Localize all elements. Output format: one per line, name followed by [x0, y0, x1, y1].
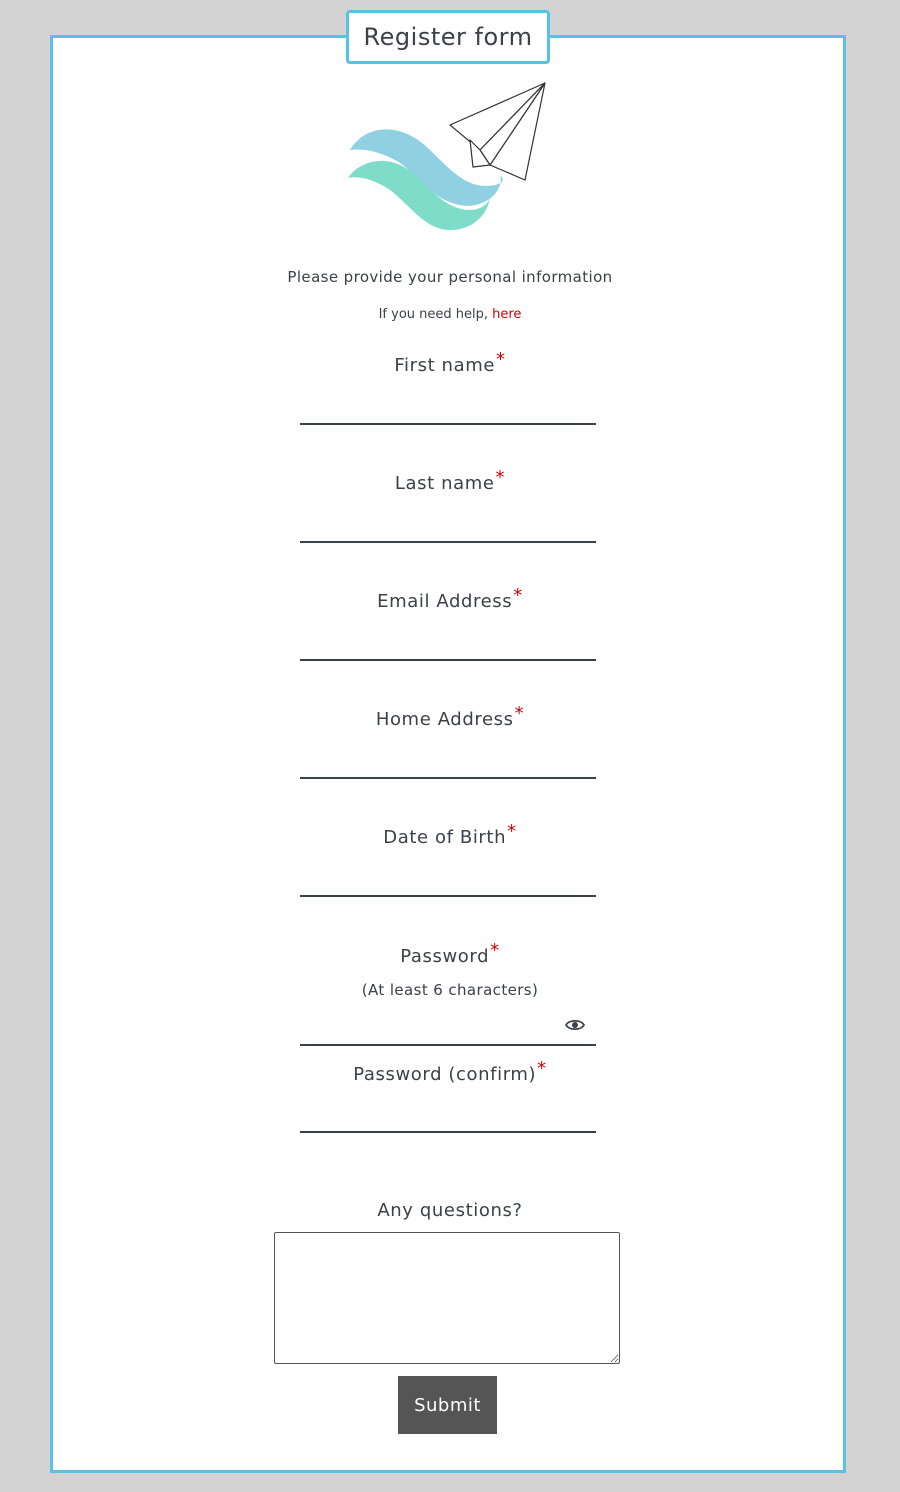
questions-label: Any questions? — [377, 1200, 523, 1221]
submit-button[interactable]: Submit — [398, 1376, 497, 1434]
password-confirm-label: Password (confirm)* — [0, 1058, 900, 1085]
required-mark: * — [490, 940, 500, 961]
paper-plane-waves-logo — [348, 82, 546, 230]
help-prefix: If you need help, — [378, 307, 493, 322]
last-name-label: Last name* — [0, 467, 900, 494]
email-label-text: Email Address — [377, 591, 513, 612]
questions-textarea[interactable] — [274, 1232, 620, 1364]
required-mark: * — [537, 1058, 547, 1079]
password-confirm-label-text: Password (confirm) — [353, 1064, 537, 1085]
required-mark: * — [513, 585, 523, 606]
email-input[interactable] — [300, 631, 596, 661]
required-mark: * — [514, 703, 525, 724]
first-name-input[interactable] — [300, 395, 596, 425]
password-confirm-input[interactable] — [300, 1103, 596, 1133]
date-of-birth-label-text: Date of Birth — [383, 827, 507, 848]
home-address-input[interactable] — [300, 749, 596, 779]
first-name-label-text: First name — [394, 355, 496, 376]
help-text: If you need help, here — [0, 307, 900, 322]
date-of-birth-label: Date of Birth* — [0, 821, 900, 848]
password-input[interactable] — [300, 1016, 596, 1046]
password-label-text: Password — [400, 946, 490, 967]
home-address-label: Home Address* — [0, 703, 900, 730]
date-of-birth-input[interactable] — [300, 867, 596, 897]
help-link[interactable]: here — [492, 307, 521, 322]
eye-icon[interactable] — [565, 1018, 585, 1032]
intro-text: Please provide your personal information — [287, 268, 613, 286]
required-mark: * — [495, 467, 506, 488]
password-label: Password* — [0, 940, 900, 967]
paper-plane-icon — [449, 82, 546, 181]
last-name-label-text: Last name — [394, 473, 495, 494]
password-hint: (At least 6 characters) — [361, 981, 539, 999]
required-mark: * — [496, 349, 506, 370]
email-label: Email Address* — [0, 585, 900, 612]
required-mark: * — [507, 821, 517, 842]
first-name-label: First name* — [0, 349, 900, 376]
home-address-label-text: Home Address — [375, 709, 514, 730]
last-name-input[interactable] — [300, 513, 596, 543]
form-title: Register form — [346, 10, 550, 64]
